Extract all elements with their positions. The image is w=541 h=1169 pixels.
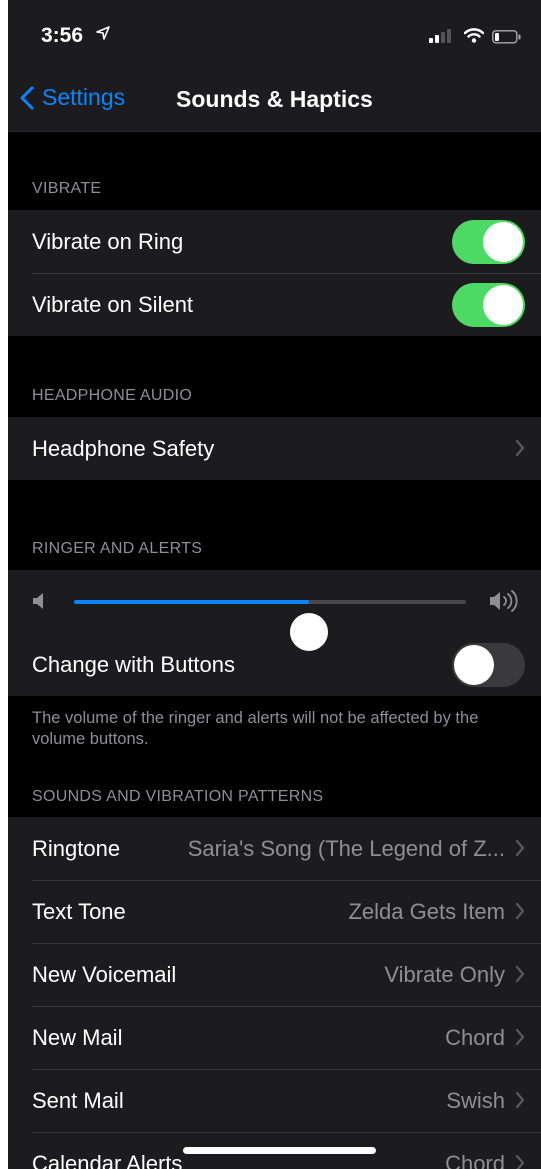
wifi-icon [463,28,485,48]
cellular-signal-icon [429,29,451,48]
toggle-knob [454,645,494,685]
sound-row-text-tone[interactable]: Text Tone Zelda Gets Item [8,880,541,943]
section-header-ringer-and-alerts: RINGER AND ALERTS [32,540,203,557]
sound-row-value: Chord [445,1151,505,1169]
vibrate-on-silent-toggle[interactable] [452,283,525,327]
section-header-sounds-and-vibration-patterns: SOUNDS AND VIBRATION PATTERNS [32,788,324,805]
sound-row-label: Ringtone [32,836,121,861]
change-with-buttons-row: Change with Buttons [8,633,541,696]
sound-row-label: Sent Mail [32,1088,124,1113]
headphone-group: Headphone Safety [8,417,541,480]
headphone-safety-label: Headphone Safety [32,436,215,461]
sound-row-value: Swish [446,1088,505,1113]
ringer-volume-slider[interactable] [74,600,466,651]
vibrate-on-ring-row: Vibrate on Ring [8,210,541,273]
ringer-volume-row [8,570,541,651]
sound-row-label: New Mail [32,1025,123,1050]
sound-row-label: Calendar Alerts [32,1151,183,1169]
section-header-headphone-audio: HEADPHONE AUDIO [32,387,193,404]
toggle-knob [483,285,523,325]
chevron-right-icon [515,439,525,457]
vibrate-on-silent-label: Vibrate on Silent [32,292,194,317]
vibrate-on-silent-row: Vibrate on Silent [8,273,541,336]
vibrate-group: Vibrate on Ring Vibrate on Silent [8,210,541,336]
ringer-group: Change with Buttons [8,570,541,696]
change-with-buttons-toggle[interactable] [452,643,525,687]
ringer-volume-fill [74,600,310,604]
sound-row-label: Text Tone [32,899,126,924]
chevron-right-icon [515,1028,525,1046]
back-button[interactable]: Settings [20,84,125,111]
back-button-label: Settings [42,84,126,110]
chevron-left-icon [20,86,34,109]
sound-row-sent-mail[interactable]: Sent Mail Swish [8,1069,541,1132]
status-bar: 3:56 [8,0,541,70]
headphone-safety-row[interactable]: Headphone Safety [8,417,541,480]
ringer-footnote: The volume of the ringer and alerts will… [32,709,479,748]
chevron-right-icon [515,1154,525,1169]
sound-row-label: New Voicemail [32,962,177,987]
battery-icon [492,30,522,49]
chevron-right-icon [515,1091,525,1109]
toggle-knob [483,222,523,262]
speaker-high-icon [490,590,518,612]
status-time: 3:56 [41,24,84,47]
sound-row-value: Zelda Gets Item [348,899,505,924]
sound-row-value: Saria's Song (The Legend of Z... [187,836,505,861]
vibrate-on-ring-label: Vibrate on Ring [32,229,184,254]
chevron-right-icon [515,965,525,983]
vibrate-on-ring-toggle[interactable] [452,220,525,264]
sound-row-ringtone[interactable]: Ringtone Saria's Song (The Legend of Z..… [8,817,541,880]
page-title: Sounds & Haptics [176,86,373,112]
section-header-vibrate: VIBRATE [32,180,102,197]
chevron-right-icon [515,902,525,920]
phone-screen: 3:56 Settings Sounds & Haptics VIBRATE V… [8,0,541,1169]
sound-row-new-voicemail[interactable]: New Voicemail Vibrate Only [8,943,541,1006]
navigation-bar: Settings Sounds & Haptics [8,70,541,132]
location-arrow-icon [96,26,110,45]
sound-row-value: Vibrate Only [384,962,505,987]
sounds-group: Ringtone Saria's Song (The Legend of Z..… [8,817,541,1169]
speaker-low-icon [33,593,43,609]
chevron-right-icon [515,839,525,857]
home-indicator[interactable] [183,1147,376,1154]
change-with-buttons-label: Change with Buttons [32,652,236,677]
sound-row-new-mail[interactable]: New Mail Chord [8,1006,541,1069]
sound-row-value: Chord [445,1025,505,1050]
